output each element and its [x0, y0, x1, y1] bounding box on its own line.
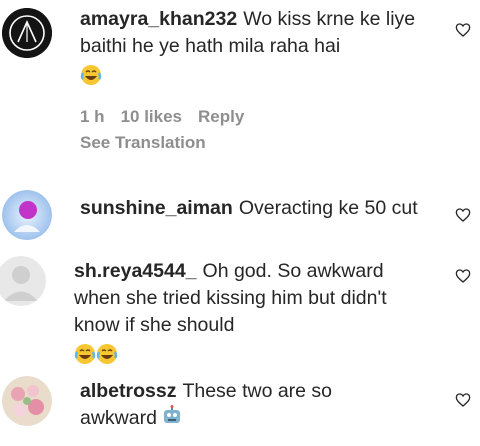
comment-username[interactable]: albetrossz	[80, 380, 176, 402]
avatar-logo-icon	[2, 8, 52, 58]
comment-username[interactable]: sunshine_aiman	[80, 197, 233, 219]
heart-outline-icon[interactable]	[455, 268, 471, 284]
comment-item: sunshine_aiman Overacting ke 50 cut	[0, 185, 480, 245]
see-translation-link[interactable]: See Translation	[80, 133, 206, 153]
comment-meta: 1 h 10 likes Reply	[80, 107, 260, 127]
heart-outline-icon[interactable]	[455, 22, 471, 38]
heart-outline-icon[interactable]	[455, 392, 471, 408]
comment-likes[interactable]: 10 likes	[121, 107, 182, 126]
comment-text: Overacting ke 50 cut	[238, 197, 418, 219]
comment-body: sh.reya4544_ Oh god. So awkward when she …	[74, 258, 414, 373]
robot-face-emoji	[162, 405, 182, 433]
comment-username[interactable]: sh.reya4544_	[74, 260, 197, 282]
avatar-flowers-icon	[2, 376, 52, 426]
reply-button[interactable]: Reply	[198, 107, 244, 126]
default-avatar-icon	[0, 256, 46, 306]
avatar-photo-icon	[2, 190, 52, 240]
avatar[interactable]	[2, 376, 52, 426]
laughing-tears-emoji	[74, 343, 96, 373]
comment-body: sunshine_aiman Overacting ke 50 cut	[80, 195, 440, 222]
avatar[interactable]	[0, 256, 46, 306]
laughing-tears-emoji	[96, 343, 118, 373]
comment-body: amayra_khan232 Wo kiss krne ke liye baith…	[80, 6, 420, 94]
comment-body: albetrossz These two are so awkward	[80, 378, 410, 433]
comment-item: sh.reya4544_ Oh god. So awkward when she …	[0, 252, 480, 367]
comment-item: amayra_khan232 Wo kiss krne ke liye baith…	[0, 0, 480, 170]
laughing-tears-emoji	[80, 64, 102, 94]
avatar[interactable]	[2, 190, 52, 240]
heart-outline-icon[interactable]	[455, 207, 471, 223]
comment-item: albetrossz These two are so awkward	[0, 372, 480, 446]
avatar[interactable]	[2, 8, 52, 58]
comment-username[interactable]: amayra_khan232	[80, 8, 237, 30]
comment-time: 1 h	[80, 107, 105, 126]
